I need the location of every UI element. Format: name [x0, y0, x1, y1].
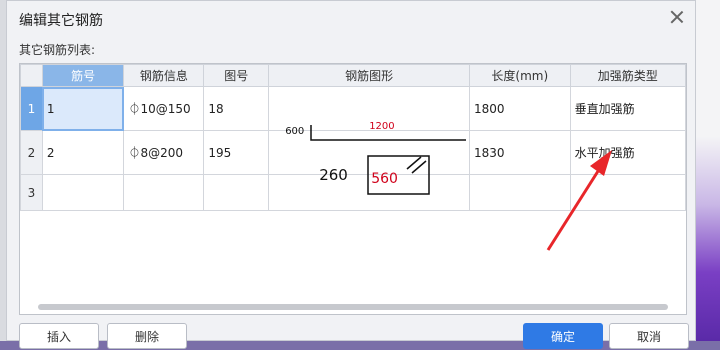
- annotation-arrow-icon: [546, 150, 612, 251]
